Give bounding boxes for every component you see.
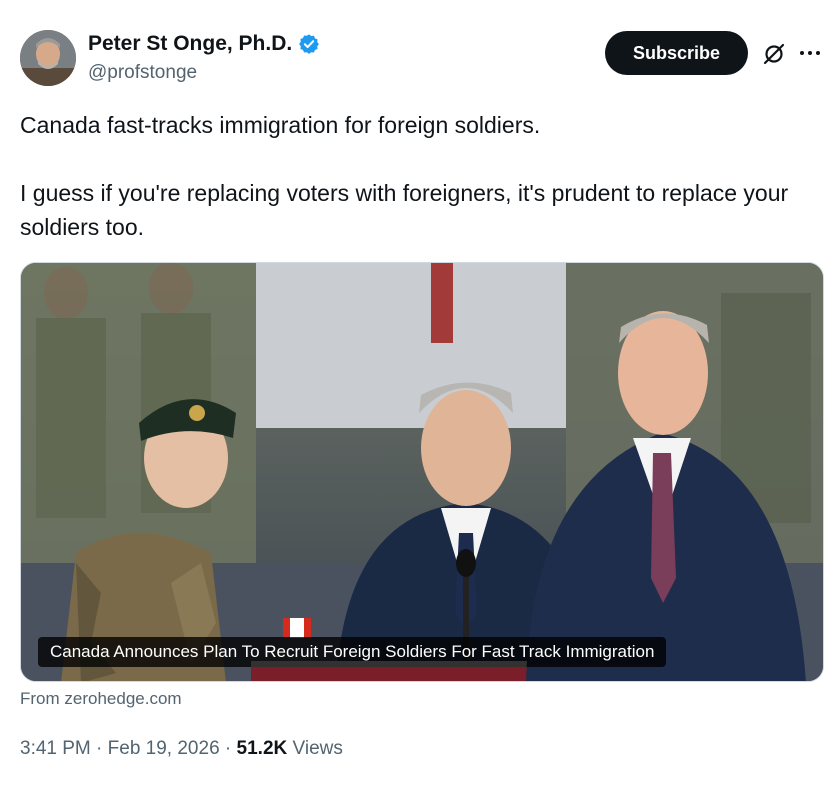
tweet-header: Peter St Onge, Ph.D. @profstonge Subscri… xyxy=(0,0,840,100)
author-handle[interactable]: @profstonge xyxy=(88,62,197,84)
separator-dot: · xyxy=(224,738,237,759)
tweet-date[interactable]: Feb 19, 2026 xyxy=(108,738,220,759)
media-caption: Canada Announces Plan To Recruit Foreign… xyxy=(38,637,667,667)
grok-icon[interactable] xyxy=(762,42,786,66)
more-icon[interactable] xyxy=(800,46,824,60)
avatar-image xyxy=(20,30,76,86)
tweet-time[interactable]: 3:41 PM xyxy=(20,738,91,759)
tweet-paragraph: Canada fast-tracks immigration for forei… xyxy=(20,112,541,138)
separator-dot: · xyxy=(96,738,108,759)
link-source[interactable]: From zerohedge.com xyxy=(20,689,182,709)
views-label: Views xyxy=(292,738,343,759)
display-name[interactable]: Peter St Onge, Ph.D. xyxy=(88,32,292,56)
views-count: 51.2K xyxy=(236,738,288,759)
news-photo xyxy=(21,263,823,681)
name-row: Peter St Onge, Ph.D. xyxy=(88,32,320,56)
subscribe-button[interactable]: Subscribe xyxy=(605,31,748,75)
media-card[interactable]: Canada Announces Plan To Recruit Foreign… xyxy=(20,262,824,682)
tweet-meta: 3:41 PM · Feb 19, 2026 · 51.2K Views xyxy=(20,738,343,760)
avatar[interactable] xyxy=(20,30,76,86)
tweet-paragraph: I guess if you're replacing voters with … xyxy=(20,180,789,240)
verified-badge-icon xyxy=(299,34,320,54)
tweet-text: Canada fast-tracks immigration for forei… xyxy=(20,108,820,244)
